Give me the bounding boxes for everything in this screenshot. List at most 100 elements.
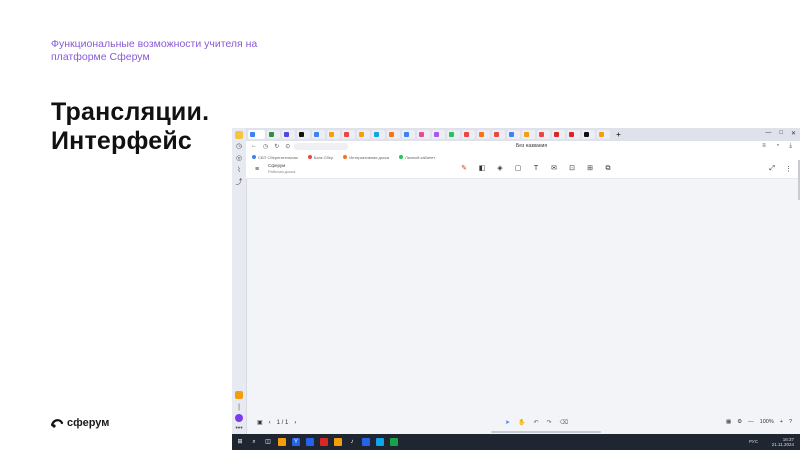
more-options-icon[interactable]: ⋮ [785,165,792,173]
start-icon[interactable]: ⊞ [236,438,244,446]
tab[interactable] [312,130,325,139]
tab[interactable] [492,130,505,139]
sticky-note-icon[interactable]: ◧ [478,165,486,173]
yandex-browser-icon[interactable]: Y [292,438,300,446]
tab[interactable] [372,130,385,139]
tab[interactable] [297,130,310,139]
tab[interactable] [357,130,370,139]
page-indicator: 1 / 1 [276,419,289,426]
zoom-out-icon[interactable]: — [748,419,754,425]
tab[interactable] [567,130,580,139]
minimize-button[interactable]: — [765,130,771,137]
tab[interactable] [387,130,400,139]
pages-panel-icon[interactable]: ▣ [257,419,263,426]
horizontal-scrollbar[interactable] [491,431,601,433]
maximize-button[interactable]: □ [779,130,783,137]
pen-icon[interactable]: ✎ [460,165,468,173]
download-icon[interactable]: ⤓ [789,143,792,150]
tab[interactable] [267,130,280,139]
zoom-level[interactable]: 100% [760,419,774,425]
hamburger-menu-icon[interactable]: ≡ [255,166,259,173]
tab[interactable] [342,130,355,139]
eraser-icon[interactable]: ⌫ [560,419,568,426]
slide-title: Трансляции. Интерфейс [51,98,209,156]
title-line-2: Интерфейс [51,127,193,155]
back-icon[interactable]: ← [251,143,257,150]
prev-page-icon[interactable]: ‹ [269,420,271,426]
language-indicator[interactable]: РУС [749,439,758,444]
tab[interactable] [597,130,610,139]
extensions-icon[interactable]: ⤴ [235,179,243,187]
new-tab-button[interactable]: + [612,130,625,139]
tab[interactable] [282,130,295,139]
browser-actions: ≡ ◔ ⤓ [762,143,792,150]
canvas-controls: ➤ ✋ ↶ ↷ ⌫ [505,419,568,426]
right-tools: ⤢ ⋮ [769,165,792,173]
template-icon[interactable]: ⊡ [568,165,576,173]
url-field[interactable] [294,143,348,150]
tab[interactable] [402,130,415,139]
task-view-icon[interactable]: ◫ [264,438,272,446]
undo-icon[interactable]: ↶ [534,419,539,426]
layers-icon[interactable]: ⧉ [604,165,612,173]
powerpoint-icon[interactable] [320,438,328,446]
assistant-icon[interactable] [235,414,243,422]
tab[interactable] [462,130,475,139]
more-icon[interactable]: ••• [235,425,243,433]
settings-icon[interactable]: ⚙ [737,419,742,425]
app-icon[interactable] [235,391,243,399]
select-cursor-icon[interactable]: ➤ [505,419,510,426]
browser-sidebar: ◷ ◎ ⌇ ⤴ | ••• [232,128,247,434]
whiteboard-canvas[interactable] [247,179,800,414]
file-explorer-icon[interactable] [334,438,342,446]
reload-icon[interactable]: ↻ [274,143,279,150]
tab[interactable] [447,130,460,139]
tab[interactable] [507,130,520,139]
comment-icon[interactable]: ✉ [550,165,558,173]
tab[interactable] [582,130,595,139]
table-icon[interactable]: ⊞ [586,165,594,173]
page-title: Без названия [516,143,548,149]
next-page-icon[interactable]: › [294,420,296,426]
tab[interactable] [417,130,430,139]
sound-app-icon[interactable]: ♪ [348,438,356,446]
bookmark-item[interactable]: Личный кабинет [399,155,435,160]
text-icon[interactable]: T [532,165,540,173]
edge-icon[interactable] [376,438,384,446]
bookmark-item[interactable]: Интерактивная доска [343,155,389,160]
telegram-icon[interactable] [362,438,370,446]
chrome-icon[interactable] [278,438,286,446]
clock[interactable]: 16:37 21.11.2024 [772,437,794,447]
hand-icon[interactable]: ✋ [518,419,525,426]
minimap-icon[interactable]: ▦ [726,419,731,425]
brand-name: сферум [67,417,110,429]
tab[interactable] [552,130,565,139]
forward-icon[interactable]: ◷ [263,143,268,150]
tab-active[interactable] [248,130,265,139]
bookmarks-bar: СБП Сберегательная Банк Сбер Интерактивн… [246,153,800,161]
tab[interactable] [537,130,550,139]
menu-icon[interactable]: ≡ [762,143,766,150]
redo-icon[interactable]: ↷ [547,419,552,426]
zoom-in-icon[interactable]: + [780,419,783,425]
help-icon[interactable]: ? [789,419,792,425]
bookmark-item[interactable]: СБП Сберегательная [252,155,298,160]
share-icon[interactable]: ⤢ [769,165,775,173]
tab[interactable] [477,130,490,139]
stats-icon[interactable]: ⌇ [235,167,243,175]
close-button[interactable]: ✕ [791,130,796,137]
tab[interactable] [432,130,445,139]
word-icon[interactable] [306,438,314,446]
search-icon[interactable]: ⌕ [250,438,258,446]
bookmark-icon[interactable]: ◔ [776,143,780,150]
bookmark-item[interactable]: Банк Сбер [307,155,333,160]
excel-icon[interactable] [390,438,398,446]
profile-icon[interactable] [235,131,243,139]
tab[interactable] [522,130,535,139]
tab[interactable] [327,130,340,139]
history-icon[interactable]: ◷ [235,143,243,151]
divider-icon: | [238,404,240,411]
shapes-icon[interactable]: ◈ [496,165,504,173]
frame-icon[interactable]: ▢ [514,165,522,173]
downloads-icon[interactable]: ◎ [235,155,243,163]
